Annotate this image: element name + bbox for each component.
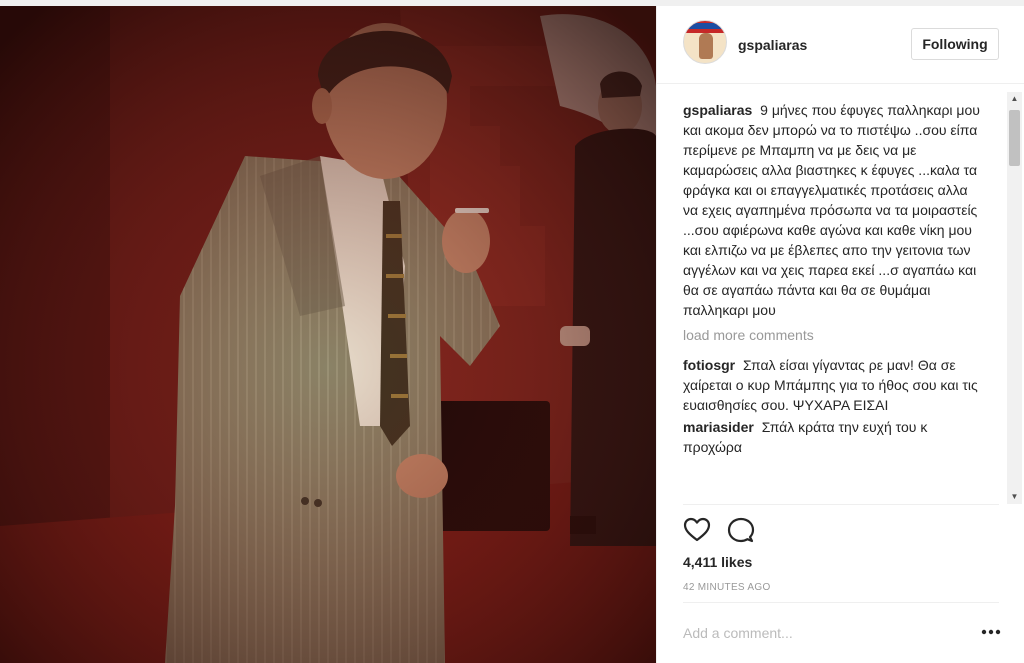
- following-button[interactable]: Following: [911, 28, 999, 60]
- comment-text: 9 μήνες που έφυγες παλληκαρι μου και ακο…: [683, 102, 980, 318]
- avatar-banner: [684, 23, 726, 29]
- more-options-button[interactable]: [979, 622, 1003, 642]
- comment-username[interactable]: mariasider: [683, 419, 754, 435]
- heart-outline-icon: [683, 517, 711, 542]
- comment-username[interactable]: gspaliaras: [683, 102, 752, 118]
- comment-username[interactable]: fotiosgr: [683, 357, 735, 373]
- comment-button[interactable]: [727, 516, 755, 544]
- divider: [683, 504, 999, 505]
- like-button[interactable]: [683, 516, 711, 544]
- divider: [683, 602, 999, 603]
- post-photo[interactable]: [0, 6, 656, 663]
- avatar[interactable]: [683, 20, 727, 64]
- scroll-up-icon[interactable]: ▲: [1007, 92, 1022, 106]
- add-comment-input[interactable]: [683, 622, 953, 644]
- caption-comment: gspaliaras 9 μήνες που έφυγες παλληκαρι …: [683, 100, 983, 320]
- scroll-down-icon[interactable]: ▼: [1007, 490, 1022, 504]
- ellipsis-icon: [981, 629, 1001, 635]
- likes-count[interactable]: 4,411 likes: [683, 554, 752, 570]
- scrollbar-thumb[interactable]: [1009, 110, 1020, 166]
- post-timestamp[interactable]: 42 MINUTES AGO: [683, 582, 771, 593]
- vintage-photo-illustration: [0, 6, 656, 663]
- comments-scrollbar[interactable]: ▲ ▼: [1007, 92, 1022, 504]
- post-header: gspaliaras Following: [657, 6, 1024, 84]
- post-side-panel: gspaliaras Following gspaliaras 9 μήνες …: [656, 6, 1024, 663]
- header-username[interactable]: gspaliaras: [738, 37, 807, 53]
- load-more-comments-link[interactable]: load more comments: [683, 325, 983, 345]
- avatar-figure: [699, 33, 713, 59]
- speech-bubble-icon: [727, 517, 755, 543]
- comments-list: gspaliaras 9 μήνες που έφυγες παλληκαρι …: [683, 100, 983, 502]
- list-item: fotiosgr Σπαλ είσαι γίγαντας ρε μαν! Θα …: [683, 355, 983, 415]
- list-item: mariasider Σπάλ κράτα την ευχή του κ προ…: [683, 417, 983, 457]
